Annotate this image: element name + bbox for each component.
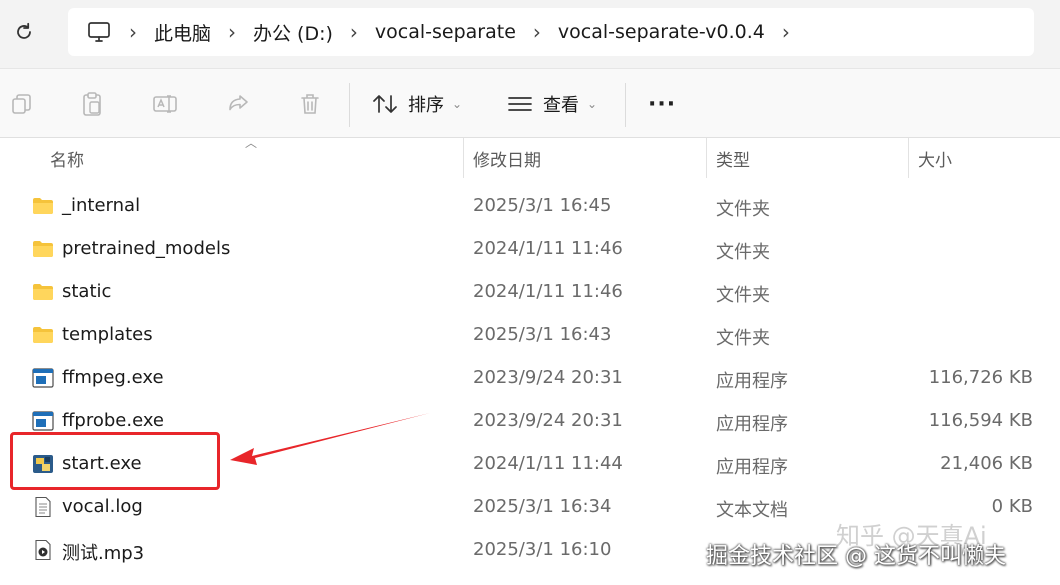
annotation-arrow [230, 413, 430, 465]
watermark-juejin: 掘金技术社区 @ 这货不叫懒夫 [706, 544, 1006, 569]
